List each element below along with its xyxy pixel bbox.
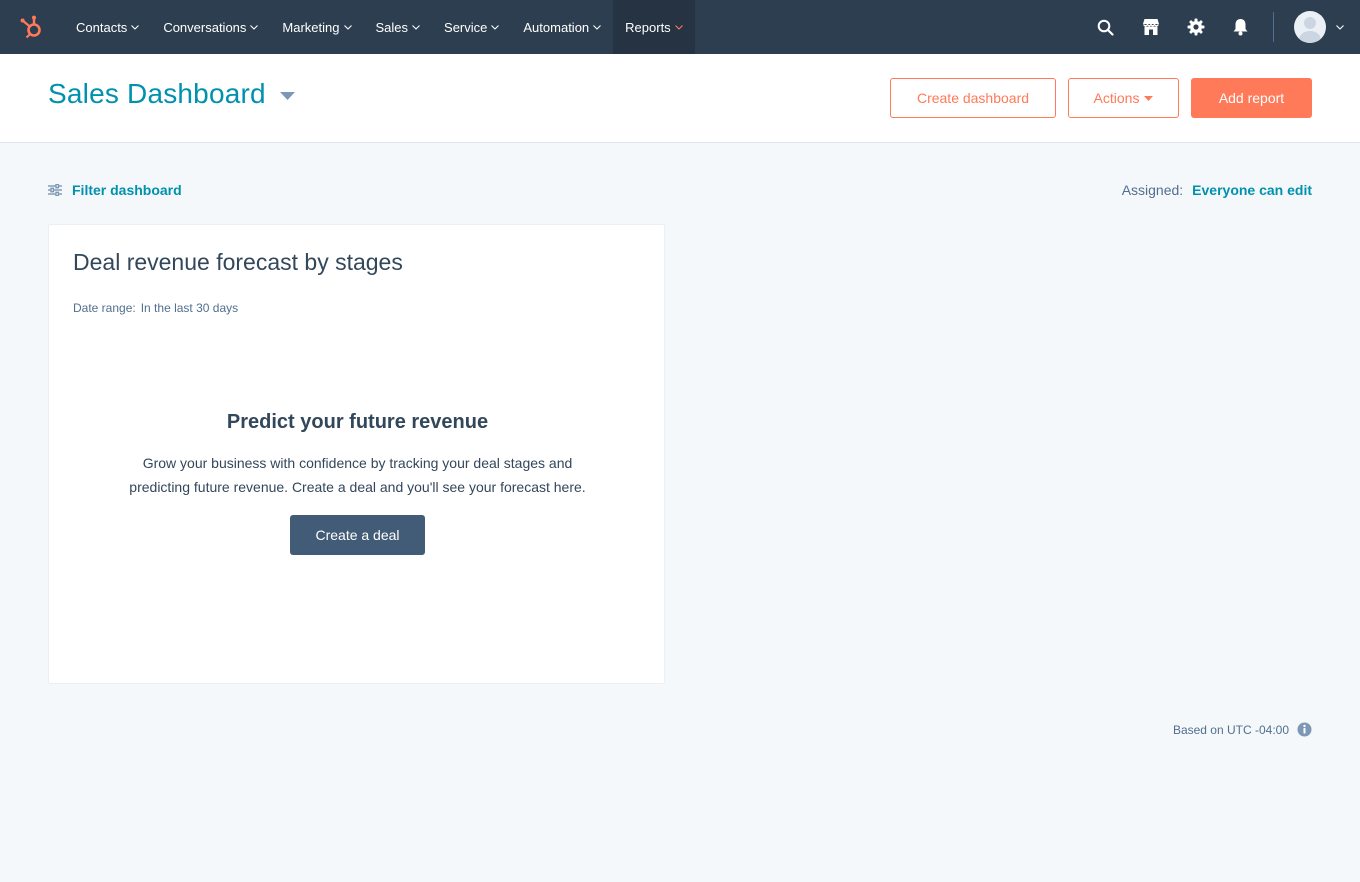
create-dashboard-button[interactable]: Create dashboard (890, 78, 1056, 118)
dashboard-selector[interactable]: Sales Dashboard (48, 78, 295, 110)
nav-item-label: Sales (375, 19, 409, 35)
empty-state-title: Predict your future revenue (226, 411, 489, 433)
timezone-note: Based on UTC -04:00 (1173, 722, 1312, 737)
dashboard-header: Sales Dashboard Create dashboard Actions… (0, 54, 1360, 143)
chevron-down-icon (1336, 24, 1344, 30)
nav-item-marketing[interactable]: Marketing (270, 0, 363, 54)
settings-button[interactable] (1173, 0, 1218, 54)
chevron-down-icon (250, 24, 259, 30)
report-title[interactable]: Deal revenue forecast by stages (73, 249, 403, 276)
nav-item-label: Reports (625, 19, 671, 35)
hubspot-sprocket-icon (20, 15, 41, 39)
nav-item-sales[interactable]: Sales (364, 0, 433, 54)
filter-dashboard-link[interactable]: Filter dashboard (48, 182, 182, 198)
notifications-button[interactable] (1218, 0, 1263, 54)
search-button[interactable] (1083, 0, 1128, 54)
assigned-permission-link[interactable]: Everyone can edit (1192, 182, 1312, 198)
chevron-down-icon (412, 24, 420, 30)
nav-item-label: Automation (523, 19, 590, 35)
bell-icon (1233, 19, 1248, 36)
hubspot-logo[interactable] (0, 0, 64, 54)
user-silhouette-icon (1298, 17, 1322, 43)
add-report-button[interactable]: Add report (1191, 78, 1312, 118)
actions-button[interactable]: Actions (1068, 78, 1179, 118)
search-icon (1097, 19, 1114, 36)
account-menu[interactable] (1284, 0, 1360, 54)
gear-icon (1187, 18, 1204, 36)
nav-item-label: Marketing (282, 19, 340, 35)
main-menu: Contacts Conversations Marketing Sales S… (64, 0, 695, 54)
assigned-info: Assigned: Everyone can edit (1122, 182, 1312, 198)
nav-item-label: Service (444, 19, 488, 35)
marketplace-icon (1142, 19, 1159, 35)
chevron-down-icon (131, 24, 140, 30)
nav-item-label: Contacts (76, 19, 128, 35)
sliders-icon (48, 184, 62, 196)
caret-down-icon (1144, 95, 1154, 101)
caret-down-icon (279, 87, 295, 105)
chevron-down-icon (593, 24, 602, 30)
date-range-label: Date range: (73, 301, 136, 315)
timezone-label: Based on UTC -04:00 (1172, 722, 1289, 737)
chevron-down-icon (491, 24, 500, 30)
nav-item-contacts[interactable]: Contacts (64, 0, 151, 54)
date-range: Date range: In the last 30 days (73, 301, 238, 315)
chevron-down-icon (343, 24, 352, 30)
nav-item-reports[interactable]: Reports (613, 0, 695, 54)
nav-item-service[interactable]: Service (432, 0, 511, 54)
nav-item-conversations[interactable]: Conversations (151, 0, 270, 54)
info-icon[interactable] (1297, 722, 1312, 737)
chevron-down-icon (674, 24, 683, 30)
nav-utilities (1083, 0, 1360, 54)
actions-label: Actions (1093, 90, 1140, 106)
nav-item-automation[interactable]: Automation (511, 0, 613, 54)
marketplace-button[interactable] (1128, 0, 1173, 54)
assigned-label: Assigned: (1121, 182, 1184, 198)
nav-divider (1273, 12, 1274, 42)
create-deal-button[interactable]: Create a deal (290, 515, 425, 555)
top-navigation: Contacts Conversations Marketing Sales S… (0, 0, 1360, 54)
report-card: Deal revenue forecast by stages Date ran… (48, 224, 665, 684)
empty-state-description: Grow your business with confidence by tr… (129, 455, 586, 495)
nav-item-label: Conversations (163, 19, 247, 35)
filter-dashboard-label: Filter dashboard (72, 182, 182, 198)
avatar (1294, 11, 1326, 43)
date-range-value: In the last 30 days (140, 301, 239, 315)
page-title: Sales Dashboard (48, 78, 266, 109)
